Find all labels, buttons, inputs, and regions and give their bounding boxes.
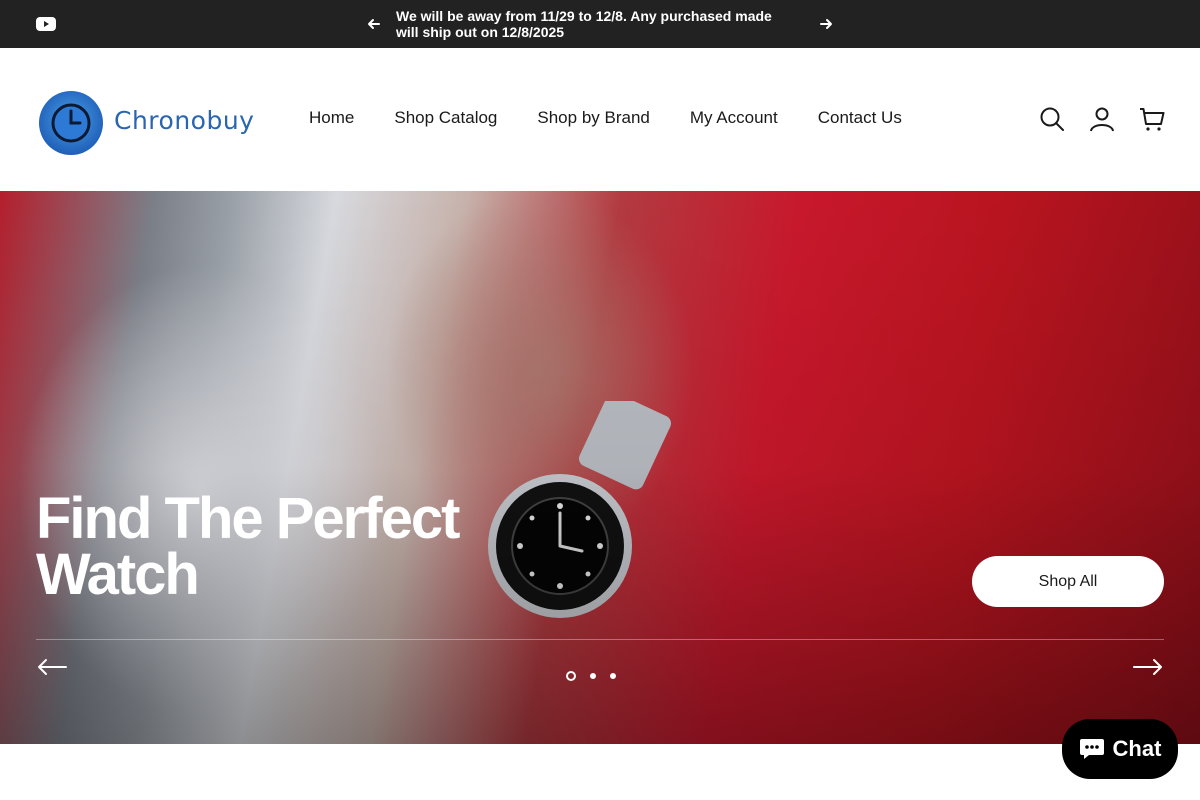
announcement-text: We will be away from 11/29 to 12/8. Any … [396,8,772,40]
slide-dot-1[interactable] [566,671,576,681]
slide-next-arrow-icon[interactable] [1132,657,1164,677]
nav-item-shop-catalog[interactable]: Shop Catalog [394,108,497,128]
arrow-right-icon[interactable] [816,14,836,34]
nav-item-shop-by-brand[interactable]: Shop by Brand [537,108,649,128]
hero-title: Find The Perfect Watch [36,486,460,607]
search-icon[interactable] [1039,106,1065,132]
arrow-left-icon[interactable] [364,14,384,34]
cart-icon[interactable] [1139,106,1165,132]
nav-item-my-account[interactable]: My Account [690,108,778,128]
hero-overlay [0,191,1200,744]
account-icon[interactable] [1089,106,1115,132]
slide-dot-2[interactable] [590,673,596,679]
site-header: Chronobuy Home Shop Catalog Shop by Bran… [0,48,1200,191]
shop-all-button[interactable]: Shop All [972,556,1164,607]
chronobuy-logo[interactable] [38,90,108,156]
slide-dot-3[interactable] [610,673,616,679]
nav-item-contact-us[interactable]: Contact Us [818,108,902,128]
nav-item-home[interactable]: Home [309,108,354,128]
announcement-bar: We will be away from 11/29 to 12/8. Any … [0,0,1200,48]
chat-icon [1079,739,1104,759]
hero-divider [36,639,1164,640]
brand-name[interactable]: Chronobuy [114,106,254,135]
chat-button[interactable]: Chat [1062,719,1178,779]
chat-label: Chat [1112,736,1162,761]
hero-slideshow: Find The Perfect Watch Shop All [0,191,1200,744]
slide-prev-arrow-icon[interactable] [36,657,68,677]
slide-indicators [566,671,616,681]
main-nav: Home Shop Catalog Shop by Brand My Accou… [309,108,902,128]
youtube-icon[interactable] [36,16,56,32]
